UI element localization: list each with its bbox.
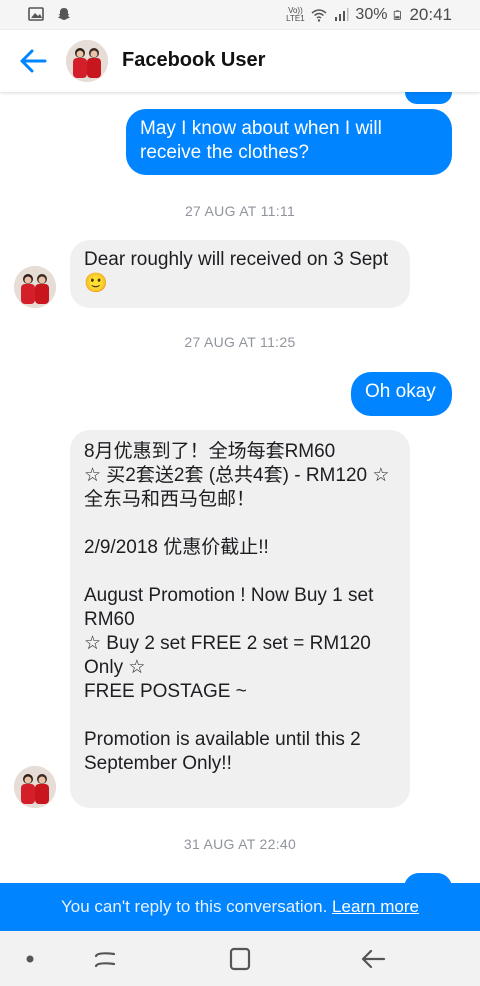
volte-indicator: Vo)) LTE1 [286, 6, 305, 23]
message-timestamp: 27 AUG AT 11:25 [184, 334, 296, 350]
sender-avatar[interactable] [14, 266, 56, 308]
outgoing-message[interactable]: May I know about when I will receive the… [126, 109, 452, 175]
recent-apps-icon[interactable] [92, 946, 118, 972]
status-bar: Vo)) LTE1 30% 20:41 [0, 0, 480, 30]
battery-percent: 30% [355, 6, 388, 23]
home-icon[interactable] [227, 946, 253, 972]
incoming-message[interactable]: 8月优惠到了！全场每套RM60 ☆ 买2套送2套 (总共4套) - RM120 … [70, 430, 410, 808]
battery-icon [394, 10, 402, 20]
avatar-photo-icon [14, 266, 56, 308]
sender-avatar[interactable] [14, 766, 56, 808]
signal-icon [335, 8, 349, 21]
status-left-icons [28, 6, 72, 22]
status-right-icons: Vo)) LTE1 30% 20:41 [285, 5, 452, 25]
snapchat-notification-icon [58, 8, 70, 20]
message-timestamp: 31 AUG AT 22:40 [183, 836, 297, 852]
avatar-photo-icon [66, 40, 108, 82]
message-timestamp: 27 AUG AT 11:11 [184, 203, 296, 219]
avatar-photo-icon [14, 766, 56, 808]
back-arrow-icon[interactable] [18, 46, 48, 76]
incoming-message[interactable]: Dear roughly will received on 3 Sept 🙂 [70, 240, 410, 308]
cannot-reply-banner: You can't reply to this conversation. Le… [0, 883, 480, 931]
gallery-notification-icon [28, 7, 44, 21]
system-nav-bar [0, 931, 480, 986]
outgoing-message[interactable]: Oh okay [351, 372, 452, 416]
cannot-reply-text: You can't reply to this conversation. [61, 897, 328, 916]
dot-indicator-icon [26, 955, 34, 963]
contact-avatar[interactable] [66, 40, 108, 82]
contact-name[interactable]: Facebook User [122, 49, 265, 72]
clock: 20:41 [409, 5, 452, 24]
conversation-header: Facebook User [0, 30, 480, 92]
learn-more-link[interactable]: Learn more [332, 897, 419, 916]
back-icon[interactable] [360, 946, 386, 972]
wifi-icon [311, 9, 327, 22]
